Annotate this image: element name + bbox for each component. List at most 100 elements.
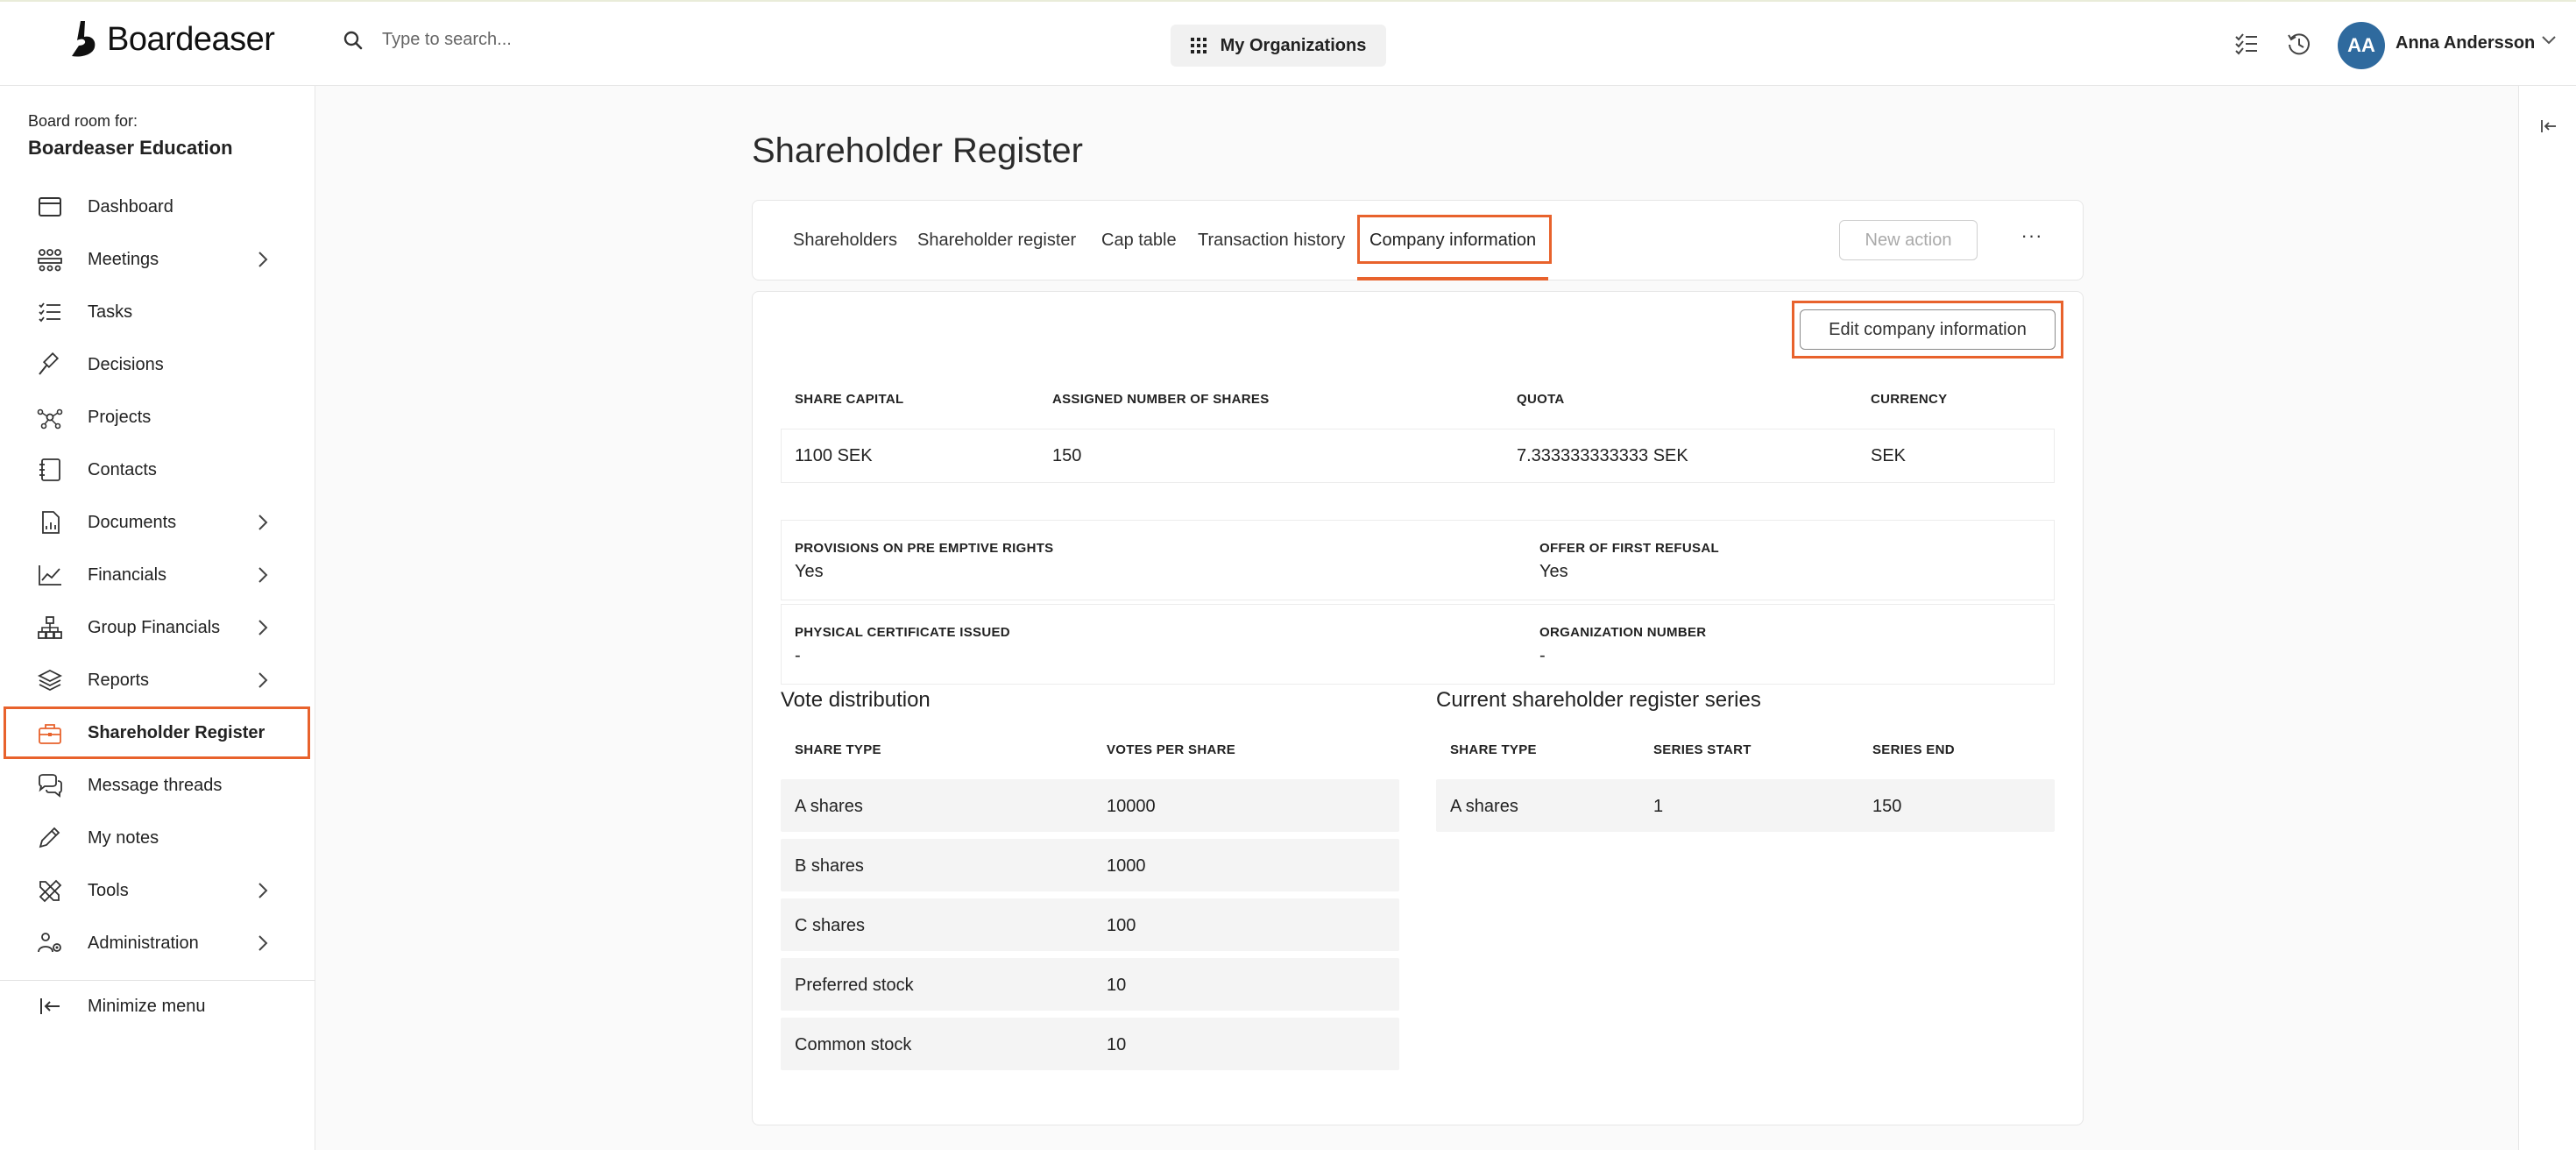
chevron-right-icon	[258, 252, 268, 267]
tab-shareholders[interactable]: Shareholders	[793, 231, 897, 251]
chevron-right-icon	[258, 515, 268, 530]
brand-name: Boardeaser	[107, 20, 275, 58]
sidebar-item-contacts[interactable]: Contacts	[4, 445, 310, 494]
series-end: 150	[1872, 797, 1902, 816]
table-row	[781, 779, 1399, 832]
sidebar-item-administration[interactable]: Administration	[4, 919, 310, 968]
new-action-button[interactable]: New action	[1839, 220, 1978, 260]
sidebar-item-decisions[interactable]: Decisions	[4, 340, 310, 389]
header-quota: QUOTA	[1517, 392, 1565, 407]
history-icon[interactable]	[2287, 32, 2311, 56]
sidebar-item-label: My notes	[88, 827, 159, 848]
pencil-icon	[39, 827, 60, 848]
vote-count: 10	[1107, 976, 1127, 995]
chevron-down-icon[interactable]	[2541, 35, 2557, 46]
sidebar-item-label: Shareholder Register	[88, 722, 265, 742]
label-offer-of-first-refusal: OFFER OF FIRST REFUSAL	[1539, 541, 1719, 556]
header-votes-per-share: VOTES PER SHARE	[1107, 742, 1236, 757]
header-series-share-type: SHARE TYPE	[1450, 742, 1537, 757]
value-quota: 7.333333333333 SEK	[1517, 446, 1688, 465]
sidebar-item-reports[interactable]: Reports	[4, 656, 310, 705]
table-row	[781, 429, 2055, 483]
collapse-left-icon[interactable]	[2540, 117, 2558, 135]
value-assigned-shares: 150	[1052, 446, 1082, 465]
sidebar-item-meetings[interactable]: Meetings	[4, 235, 310, 284]
contacts-icon	[39, 458, 60, 481]
label-physical-certificate: PHYSICAL CERTIFICATE ISSUED	[795, 625, 1010, 640]
checklist-icon[interactable]	[2234, 32, 2259, 56]
gavel-icon	[39, 352, 60, 375]
header-share-capital: SHARE CAPITAL	[795, 392, 904, 407]
sidebar-item-my-notes[interactable]: My notes	[4, 813, 310, 862]
top-bar: Boardeaser My Organizations AA Anna Ande…	[0, 0, 2576, 86]
briefcase-icon	[39, 724, 61, 744]
sidebar-item-projects[interactable]: Projects	[4, 393, 310, 442]
sidebar-item-shareholder-register[interactable]: Shareholder Register	[4, 706, 310, 759]
user-name[interactable]: Anna Andersson	[2396, 33, 2535, 53]
sidebar-item-label: Dashboard	[88, 196, 173, 217]
sidebar-item-label: Meetings	[88, 249, 159, 269]
chevron-right-icon	[258, 567, 268, 583]
table-row	[781, 839, 1399, 891]
sidebar-item-tools[interactable]: Tools	[4, 866, 310, 915]
chevron-right-icon	[258, 935, 268, 951]
sidebar-item-message-threads[interactable]: Message threads	[4, 761, 310, 810]
tab-transaction-history[interactable]: Transaction history	[1198, 231, 1345, 251]
label-pre-emptive-rights: PROVISIONS ON PRE EMPTIVE RIGHTS	[795, 541, 1054, 556]
projects-icon	[37, 408, 63, 429]
brand-logo[interactable]: Boardeaser	[65, 19, 275, 60]
tasks-icon	[39, 302, 60, 323]
sidebar-item-label: Decisions	[88, 354, 164, 374]
vote-share-type: A shares	[795, 797, 863, 816]
sidebar-item-group-financials[interactable]: Group Financials	[4, 603, 310, 652]
edit-button-highlight: Edit company information	[1792, 301, 2063, 358]
company-information-panel: Edit company information SHARE CAPITAL A…	[752, 291, 2084, 1125]
minimize-menu-button[interactable]: Minimize menu	[4, 982, 310, 1031]
sidebar-item-tasks[interactable]: Tasks	[4, 288, 310, 337]
dashboard-icon	[39, 197, 61, 217]
search-bar[interactable]	[343, 30, 732, 50]
more-options-button[interactable]: ···	[2014, 218, 2049, 253]
sidebar-item-label: Administration	[88, 933, 199, 953]
active-tab-indicator	[1357, 277, 1548, 280]
vote-count: 100	[1107, 916, 1136, 935]
page-title: Shareholder Register	[752, 131, 1083, 170]
documents-icon	[42, 511, 60, 534]
group-financials-icon	[38, 616, 62, 639]
sidebar-item-dashboard[interactable]: Dashboard	[4, 182, 310, 231]
vote-count: 10000	[1107, 797, 1156, 816]
tab-company-information[interactable]: Company information	[1369, 231, 1536, 251]
chat-icon	[39, 774, 62, 798]
sidebar-item-financials[interactable]: Financials	[4, 550, 310, 600]
my-organizations-button[interactable]: My Organizations	[1171, 25, 1386, 67]
header-currency: CURRENCY	[1871, 392, 1948, 407]
value-offer-of-first-refusal: Yes	[1539, 562, 1568, 581]
register-series-title: Current shareholder register series	[1436, 688, 1761, 712]
tab-cap-table[interactable]: Cap table	[1101, 231, 1177, 251]
board-name: Boardeaser Education	[28, 137, 233, 159]
details-row	[781, 520, 2055, 600]
edit-company-information-button[interactable]: Edit company information	[1800, 309, 2056, 350]
header-assigned-shares: ASSIGNED NUMBER OF SHARES	[1052, 392, 1270, 407]
sidebar-item-documents[interactable]: Documents	[4, 498, 310, 547]
value-pre-emptive-rights: Yes	[795, 562, 824, 581]
tab-shareholder-register[interactable]: Shareholder register	[917, 231, 1076, 251]
sidebar-divider	[0, 980, 315, 981]
header-series-start: SERIES START	[1653, 742, 1752, 757]
vote-share-type: Common stock	[795, 1035, 912, 1054]
vote-share-type: C shares	[795, 916, 866, 935]
sidebar-item-label: Reports	[88, 670, 150, 690]
table-row	[1436, 779, 2055, 832]
boardeaser-logo-icon	[72, 21, 96, 57]
sidebar: Board room for: Boardeaser Education Das…	[0, 86, 315, 1150]
avatar[interactable]: AA	[2338, 22, 2385, 69]
sidebar-item-label: Financials	[88, 564, 167, 585]
search-input[interactable]	[382, 30, 732, 50]
value-currency: SEK	[1871, 446, 1907, 465]
meetings-icon	[38, 249, 62, 272]
value-share-capital: 1100 SEK	[795, 446, 873, 465]
details-row	[781, 604, 2055, 685]
value-physical-certificate: -	[795, 646, 801, 665]
grid-icon	[1190, 38, 1207, 53]
sidebar-item-label: Documents	[88, 512, 177, 532]
